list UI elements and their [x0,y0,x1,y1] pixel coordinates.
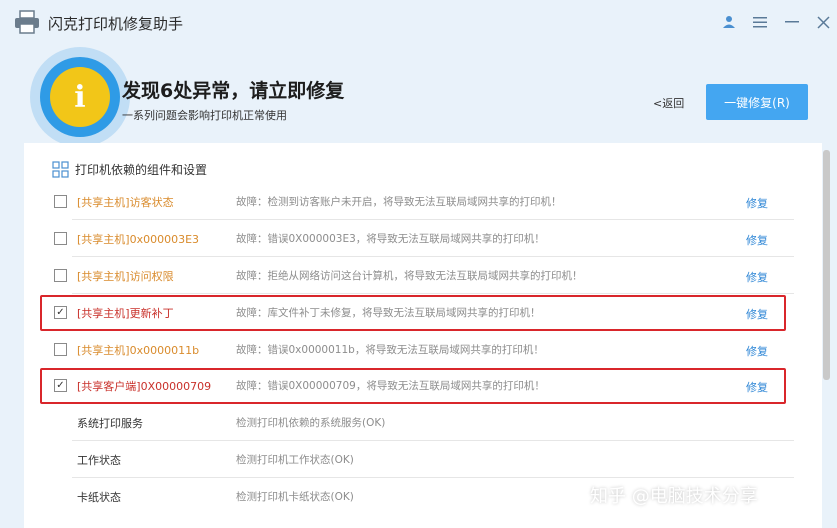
issue-name: [共享客户端]0X00000709 [77,380,212,393]
fix-link[interactable]: 修复 [746,232,768,248]
issue-desc: 故障：拒绝从网络访问这台计算机，将导致无法互联局域网共享的打印机！ [236,270,583,282]
scrollbar[interactable] [823,150,830,380]
issue-checkbox[interactable] [54,343,67,356]
grid-icon [52,161,69,178]
issue-name: [共享主机]访问权限 [77,270,174,283]
panel-heading-label: 打印机依赖的组件和设置 [75,163,208,177]
list-item: ✓ [共享主机]更新补丁 故障：库文件补丁未修复，将导致无法互联局域网共享的打印… [24,294,794,331]
fix-link[interactable]: 修复 [746,306,768,322]
issue-checkbox[interactable]: ✓ [54,306,67,319]
fix-link[interactable]: 修复 [746,195,768,211]
status-row: 系统打印服务 检测打印机依赖的系统服务(OK) [24,404,794,441]
issue-checkbox[interactable] [54,269,67,282]
list-item: [共享主机]访问权限 故障：拒绝从网络访问这台计算机，将导致无法互联局域网共享的… [24,257,794,294]
status-name: 卡纸状态 [77,491,121,504]
watermark: 知乎 @电脑技术分享 [590,486,758,507]
page-title: 发现6处异常，请立即修复 [122,80,345,102]
issue-desc: 故障：错误0X000003E3，将导致无法互联局域网共享的打印机！ [236,233,545,245]
issue-checkbox[interactable] [54,195,67,208]
list-item: [共享主机]访客状态 故障：检测到访客账户未开启，将导致无法互联局域网共享的打印… [24,183,794,220]
user-icon[interactable] [718,11,740,33]
list-item: [共享主机]0x0000011b 故障：错误0x0000011b，将导致无法互联… [24,331,794,368]
issue-desc: 故障：库文件补丁未修复，将导致无法互联局域网共享的打印机！ [236,307,541,319]
list-item: [共享主机]0x000003E3 故障：错误0X000003E3，将导致无法互联… [24,220,794,257]
status-row: 工作状态 检测打印机工作状态(OK) [24,441,794,478]
fix-all-button[interactable]: 一键修复(R) [706,84,808,120]
fix-link[interactable]: 修复 [746,379,768,395]
fix-link[interactable]: 修复 [746,269,768,285]
issue-name: [共享主机]0x000003E3 [77,233,200,246]
app-title: 闪克打印机修复助手 [48,15,184,33]
title-bar: 闪克打印机修复助手 [0,0,837,44]
printer-icon [15,10,39,34]
menu-icon[interactable] [749,11,771,33]
issue-name: [共享主机]0x0000011b [77,344,200,357]
status-name: 系统打印服务 [77,417,143,430]
issue-desc: 故障：检测到访客账户未开启，将导致无法互联局域网共享的打印机！ [236,196,562,208]
status-desc: 检测打印机工作状态(OK) [236,454,354,466]
status-desc: 检测打印机卡纸状态(OK) [236,491,354,503]
issue-name: [共享主机]更新补丁 [77,307,174,320]
close-button[interactable] [812,11,834,33]
status-desc: 检测打印机依赖的系统服务(OK) [236,417,386,429]
close-icon [816,15,830,29]
list-item: ✓ [共享客户端]0X00000709 故障：错误0X00000709，将导致无… [24,367,794,404]
issue-checkbox[interactable] [54,232,67,245]
issue-name: [共享主机]访客状态 [77,196,174,209]
back-link[interactable]: <返回 [653,95,684,111]
panel-heading: 打印机依赖的组件和设置 [52,161,207,178]
minimize-button[interactable] [781,11,803,33]
issue-desc: 故障：错误0x0000011b，将导致无法互联局域网共享的打印机！ [236,344,544,356]
page-subtitle: 一系列问题会影响打印机正常使用 [122,109,287,122]
info-icon: i [40,57,120,137]
issues-panel: 打印机依赖的组件和设置 [共享主机]访客状态 故障：检测到访客账户未开启，将导致… [24,143,822,528]
status-name: 工作状态 [77,454,121,467]
issue-checkbox[interactable]: ✓ [54,379,67,392]
issue-desc: 故障：错误0X00000709，将导致无法互联局域网共享的打印机！ [236,380,545,392]
fix-link[interactable]: 修复 [746,343,768,359]
